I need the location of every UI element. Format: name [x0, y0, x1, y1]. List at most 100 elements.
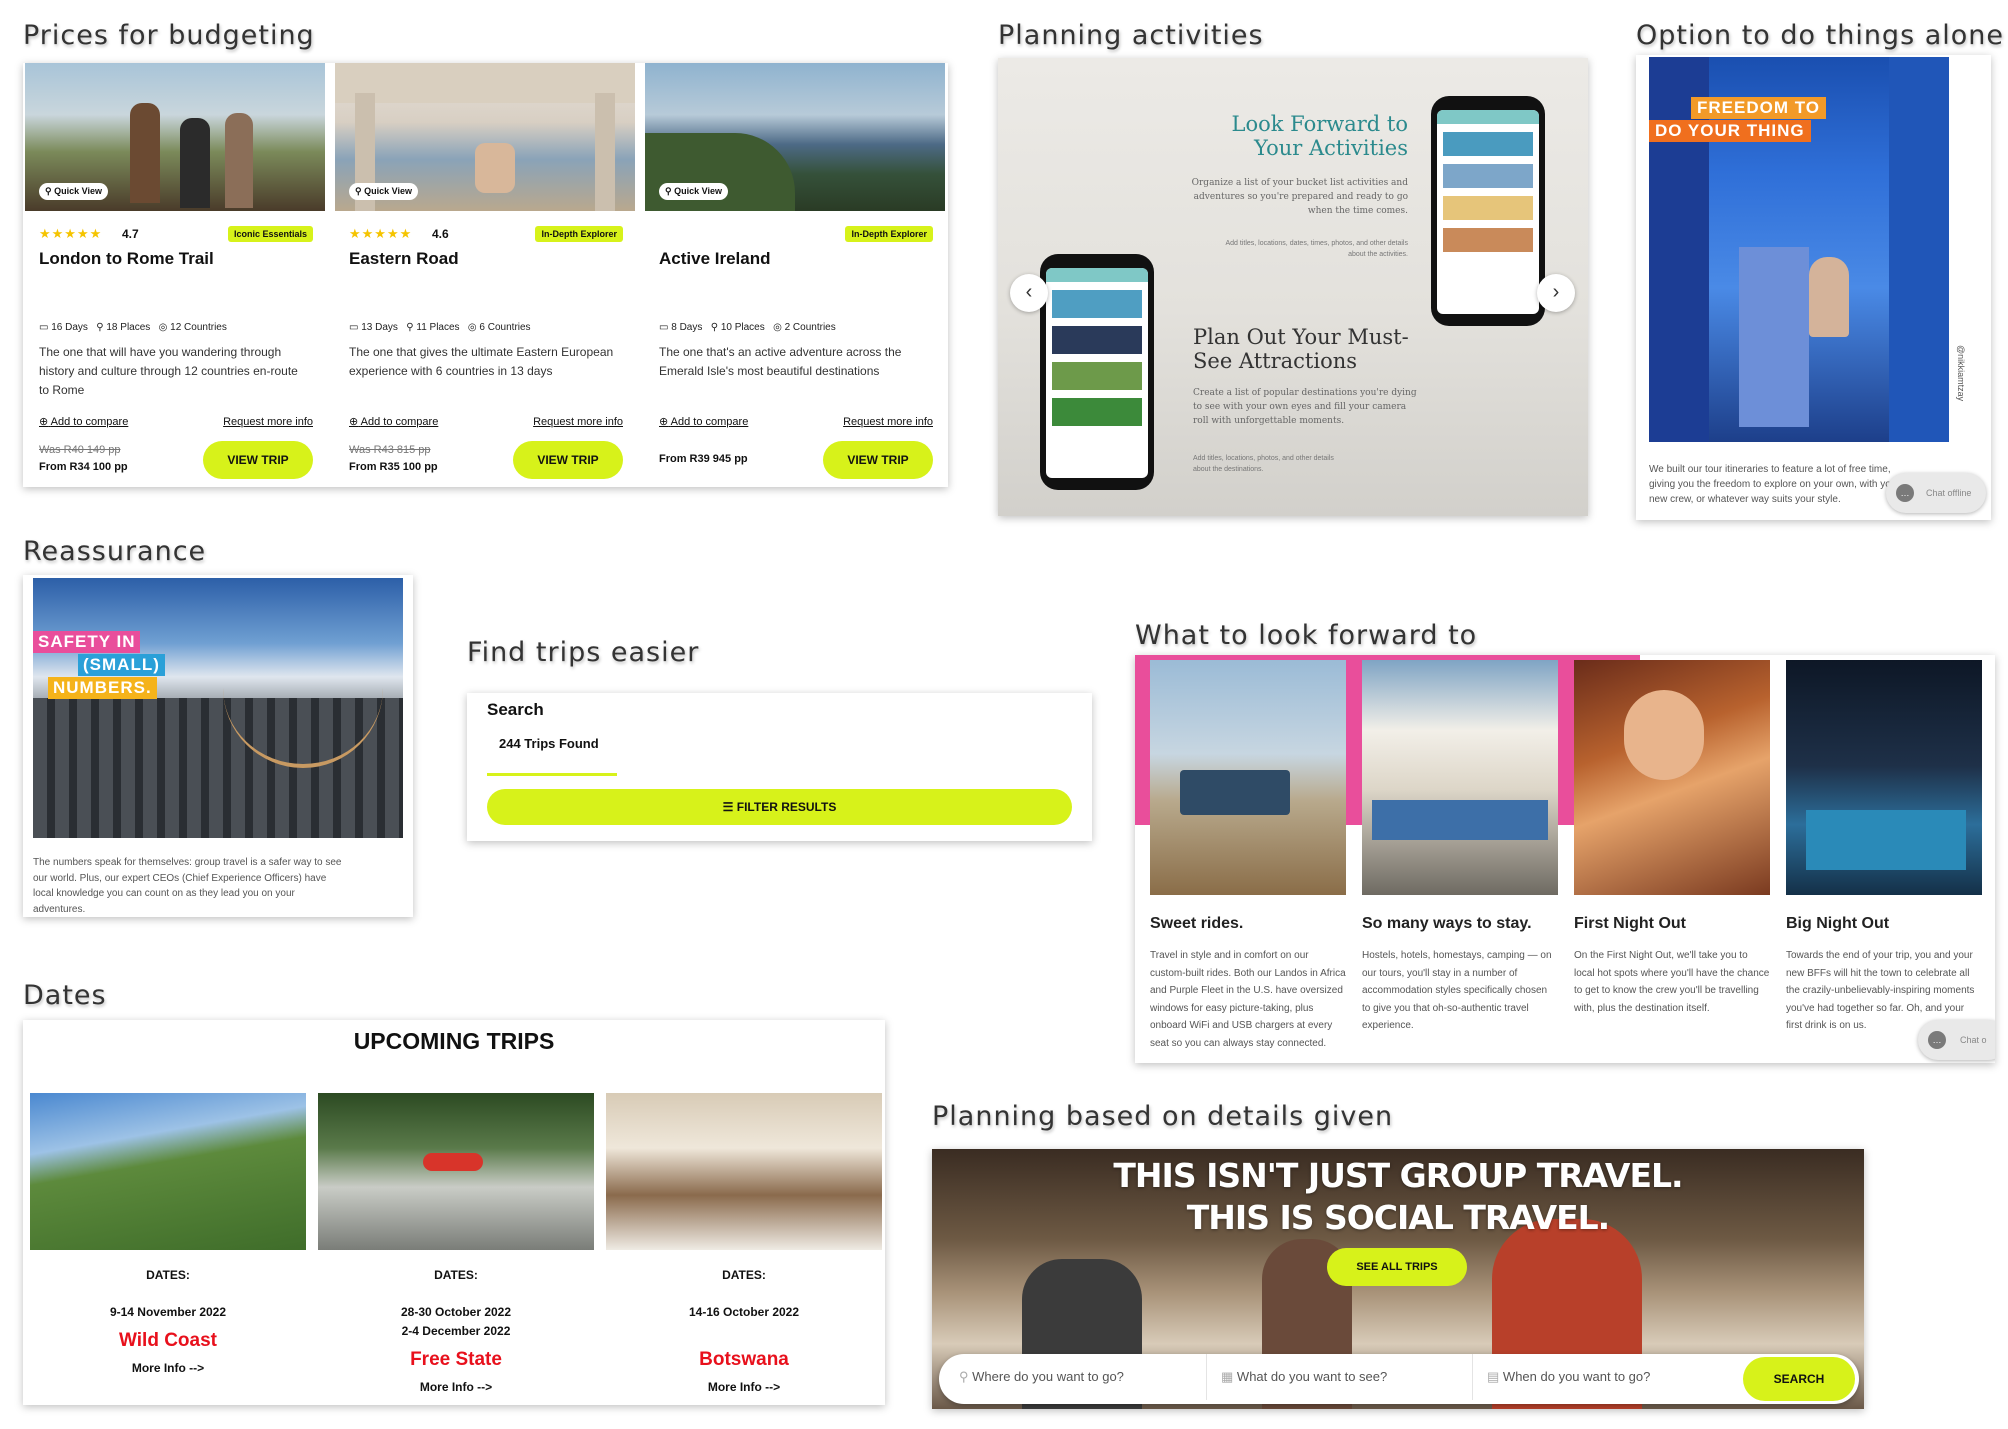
activities-panel: Look Forward to Your Activities Organize… [998, 58, 1588, 516]
trip-place[interactable]: Botswana [606, 1349, 882, 1371]
view-trip-button[interactable]: VIEW TRIP [203, 441, 313, 479]
what-field[interactable]: ▦ What do you want to see? [1207, 1354, 1473, 1400]
globe-icon: ◎ [158, 322, 168, 333]
more-info-link[interactable]: More Info --> [318, 1380, 594, 1394]
bridge-photo [33, 578, 403, 838]
trip-place[interactable]: Wild Coast [30, 1330, 306, 1352]
trip-cards-panel: ⚲ Quick View ★★★★★ 4.7 Iconic Essentials… [23, 63, 948, 487]
section-title-reassurance: Reassurance [23, 536, 207, 567]
where-field[interactable]: ⚲ Where do you want to go? [945, 1354, 1207, 1400]
request-info-link[interactable]: Request more info [533, 416, 623, 428]
add-to-compare-link[interactable]: ⊕ Add to compare [39, 415, 128, 428]
forward-item-text: Travel in style and in comfort on our cu… [1150, 950, 1346, 1049]
search-button[interactable]: SEARCH [1743, 1357, 1855, 1401]
section-title-budget: Prices for budgeting [23, 20, 315, 51]
section-title-find: Find trips easier [467, 637, 700, 668]
trip-search-bar: ⚲ Where do you want to go? ▦ What do you… [939, 1354, 1859, 1404]
trip-style-tag: In-Depth Explorer [535, 226, 623, 242]
calendar-icon: ▤ [1487, 1369, 1500, 1384]
carousel-prev-button[interactable]: ‹ [1010, 274, 1048, 312]
more-info-link[interactable]: More Info --> [606, 1380, 882, 1394]
forward-item-title: So many ways to stay. [1362, 915, 1532, 932]
quick-view-button[interactable]: ⚲ Quick View [39, 183, 108, 200]
freedom-label-2: DO YOUR THING [1649, 120, 1811, 142]
location-icon: ⚲ [959, 1369, 969, 1384]
tab-underline [487, 773, 617, 776]
calendar-icon: ▭ [659, 322, 669, 333]
search-panel: Search 244 Trips Found ☰ FILTER RESULTS [467, 693, 1092, 841]
tent-photo [606, 1093, 882, 1250]
trips-found-count: 244 Trips Found [499, 736, 599, 751]
hero-banner: THIS ISN'T JUST GROUP TRAVEL. THIS IS SO… [932, 1149, 1864, 1409]
calendar-icon: ▭ [349, 322, 359, 333]
view-trip-button[interactable]: VIEW TRIP [823, 441, 933, 479]
quick-view-button[interactable]: ⚲ Quick View [659, 183, 728, 200]
pin-icon: ⚲ [406, 322, 414, 333]
safety-label-3: NUMBERS. [48, 677, 157, 699]
alone-panel: FREEDOM TO DO YOUR THING @nikkiamtzay We… [1636, 55, 1991, 520]
add-to-compare-link[interactable]: ⊕ Add to compare [659, 415, 748, 428]
was-price: Was R43 815 pp [349, 444, 431, 456]
trip-card[interactable]: ⚲ Quick View In-Depth Explorer Active Ir… [645, 63, 945, 479]
attractions-body: Create a list of popular destinations yo… [1193, 388, 1417, 426]
rating-stars: ★★★★★ [39, 226, 103, 241]
filter-results-button[interactable]: ☰ FILTER RESULTS [487, 789, 1072, 825]
trip-card[interactable]: ⚲ Quick View ★★★★★ 4.7 Iconic Essentials… [25, 63, 325, 479]
more-info-link[interactable]: More Info --> [30, 1361, 306, 1375]
globe-icon: ◎ [467, 322, 477, 333]
trip-card[interactable]: ⚲ Quick View ★★★★★ 4.6 In-Depth Explorer… [335, 63, 635, 479]
phone-mockup [1431, 96, 1545, 326]
trip-dates: 28-30 October 2022 2-4 December 2022 [400, 1305, 512, 1338]
section-title-dates: Dates [23, 980, 107, 1011]
globe-icon: ◎ [773, 322, 782, 333]
chat-button[interactable]: … Chat o [1918, 1020, 1995, 1060]
plus-circle-icon: ⊕ [39, 416, 49, 428]
dates-label: DATES: [146, 1268, 190, 1282]
upcoming-panel: UPCOMING TRIPS DATES: 9-14 November 2022… [23, 1020, 885, 1405]
request-info-link[interactable]: Request more info [843, 416, 933, 428]
search-title: Search [487, 700, 544, 719]
rating-stars: ★★★★★ [349, 226, 413, 241]
add-to-compare-link[interactable]: ⊕ Add to compare [349, 415, 438, 428]
chat-icon: … [1896, 484, 1914, 502]
phone-mockup [1040, 254, 1154, 490]
filter-icon: ☰ [722, 800, 734, 814]
attractions-note: Add titles, locations, photos, and other… [1193, 455, 1334, 473]
toast-photo [1574, 660, 1770, 895]
was-price: Was R40 149 pp [39, 444, 121, 456]
reassurance-text: The numbers speak for themselves: group … [33, 857, 342, 915]
rating-value: 4.7 [122, 227, 139, 241]
trip-description: The one that gives the ultimate Eastern … [349, 345, 614, 378]
rating-value: 4.6 [432, 227, 449, 241]
section-title-alone: Option to do things alone [1636, 20, 2005, 51]
upcoming-title: UPCOMING TRIPS [353, 1028, 555, 1054]
trip-title[interactable]: Active Ireland [659, 249, 771, 269]
carousel-next-button[interactable]: › [1537, 274, 1575, 312]
request-info-link[interactable]: Request more info [223, 416, 313, 428]
coast-photo [30, 1093, 306, 1250]
pin-icon: ⚲ [710, 322, 719, 333]
forward-item-text: Hostels, hotels, homestays, camping — on… [1362, 950, 1552, 1031]
trip-title[interactable]: London to Rome Trail [39, 249, 214, 269]
quick-view-button[interactable]: ⚲ Quick View [349, 183, 418, 200]
trip-title[interactable]: Eastern Road [349, 249, 459, 269]
trip-place[interactable]: Free State [318, 1349, 594, 1371]
dates-label: DATES: [722, 1268, 766, 1282]
trip-description: The one that's an active adventure acros… [659, 345, 902, 378]
rafting-photo [318, 1093, 594, 1250]
from-price: From R35 100 pp [349, 461, 438, 473]
terrace-photo [1362, 660, 1558, 895]
plus-circle-icon: ⊕ [659, 416, 669, 428]
from-price: From R39 945 pp [659, 453, 748, 465]
view-trip-button[interactable]: VIEW TRIP [513, 441, 623, 479]
trip-dates: 9-14 November 2022 [109, 1305, 227, 1319]
trip-meta: ▭ 16 Days ⚲ 18 Places ◎ 12 Countries [39, 322, 227, 333]
chat-icon: … [1928, 1031, 1946, 1049]
when-field[interactable]: ▤ When do you want to go? [1473, 1354, 1743, 1400]
safety-label-2: (SMALL) [78, 654, 165, 676]
chat-offline-button[interactable]: … Chat offline [1886, 473, 1986, 513]
alone-text: We built our tour itineraries to feature… [1649, 464, 1900, 505]
freedom-label-1: FREEDOM TO [1691, 97, 1827, 119]
see-all-trips-button[interactable]: SEE ALL TRIPS [1327, 1248, 1467, 1286]
section-title-planning: Planning based on details given [932, 1101, 1394, 1132]
